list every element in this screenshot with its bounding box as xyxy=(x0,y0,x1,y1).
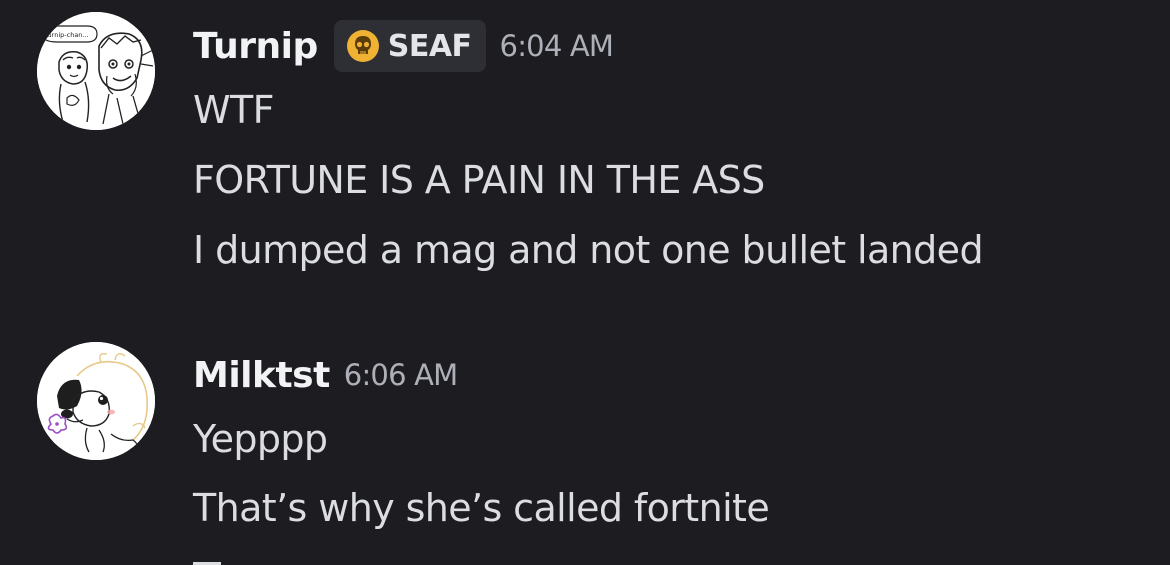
guild-tag-label: SEAF xyxy=(387,28,472,64)
timestamp[interactable]: 6:04 AM xyxy=(500,29,614,63)
message-line-cutoff xyxy=(193,556,233,565)
message-milktst: Milktst 6:06 AM Yepppp That’s why she’s … xyxy=(0,330,1170,565)
message-header: Turnip SEAF 6:04 AM xyxy=(193,18,614,74)
message-header: Milktst 6:06 AM xyxy=(193,347,458,403)
avatar-caption: turnip-chan... xyxy=(45,31,89,39)
guild-tag-badge[interactable]: SEAF xyxy=(333,20,486,72)
message-line: Yepppp xyxy=(193,417,328,461)
avatar-milktst[interactable] xyxy=(37,342,155,460)
puppy-avatar-drawing-icon xyxy=(37,342,155,460)
avatar-turnip[interactable]: turnip-chan... xyxy=(37,12,155,130)
message-line: I dumped a mag and not one bullet landed xyxy=(193,228,984,272)
timestamp[interactable]: 6:06 AM xyxy=(344,358,458,392)
message-line: That’s why she’s called fortnite xyxy=(193,486,770,530)
skull-icon xyxy=(346,30,379,62)
turnip-avatar-drawing-icon: turnip-chan... xyxy=(37,12,155,130)
username[interactable]: Milktst xyxy=(193,355,330,396)
message-line: WTF xyxy=(193,88,274,132)
message-turnip: turnip-chan... Turnip SEAF 6:04 AM WTF F… xyxy=(0,0,1170,300)
username[interactable]: Turnip xyxy=(193,26,318,67)
message-line: FORTUNE IS A PAIN IN THE ASS xyxy=(193,158,765,202)
